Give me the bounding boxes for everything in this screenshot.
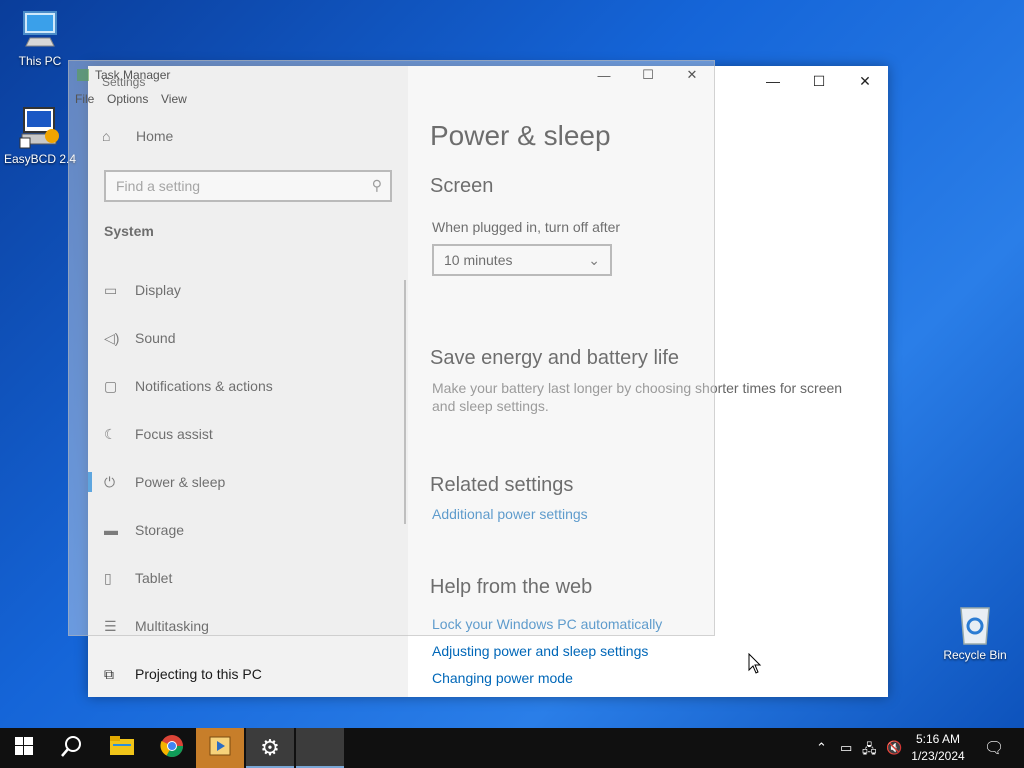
tm-minimize-button[interactable]: —	[582, 65, 626, 85]
chevron-up-icon[interactable]: ⌃	[816, 740, 827, 756]
network-icon[interactable]: 🖧	[862, 740, 877, 762]
task-manager-titlebar[interactable]: Task Manager — ☐ ✕	[69, 61, 714, 89]
task-manager-taskbar-button[interactable]	[296, 728, 344, 768]
mouse-cursor-icon	[748, 652, 762, 680]
settings-taskbar-button[interactable]: ⚙	[246, 728, 294, 768]
clock[interactable]: 5:16 AM 1/23/2024	[902, 731, 974, 765]
close-icon: ✕	[686, 67, 698, 82]
file-explorer-button[interactable]	[98, 728, 146, 768]
folder-icon	[110, 735, 134, 761]
tm-menu-options[interactable]: Options	[107, 92, 148, 106]
action-center-icon[interactable]: 🗨	[984, 738, 1004, 758]
easybcd-desktop-icon[interactable]: EasyBCD 2.4	[2, 106, 78, 166]
media-player-icon	[209, 736, 231, 761]
computer-icon	[18, 8, 62, 52]
projector-icon: ⧉	[104, 665, 114, 682]
gear-icon: ⚙	[260, 735, 280, 760]
maximize-icon: ☐	[642, 67, 654, 82]
task-manager-window[interactable]: Task Manager — ☐ ✕ File Options View	[68, 60, 715, 636]
start-button[interactable]	[0, 728, 48, 768]
recycle-bin-desktop-icon[interactable]: Recycle Bin	[937, 602, 1013, 662]
recycle-bin-icon	[953, 602, 997, 646]
tm-close-button[interactable]: ✕	[670, 65, 714, 85]
volume-muted-icon[interactable]: 🔇	[886, 740, 902, 756]
this-pc-desktop-icon[interactable]: This PC	[2, 8, 78, 68]
clock-date: 1/23/2024	[911, 749, 965, 763]
help-link-power-sleep[interactable]: Adjusting power and sleep settings	[432, 643, 648, 659]
chrome-icon	[160, 734, 184, 763]
tm-maximize-button[interactable]: ☐	[626, 65, 670, 85]
tm-menu-file[interactable]: File	[75, 92, 94, 106]
search-button[interactable]	[48, 728, 96, 768]
clock-time: 5:16 AM	[915, 732, 961, 746]
easybcd-icon	[18, 106, 62, 150]
task-manager-title: Task Manager	[95, 68, 171, 82]
tm-menu-view[interactable]: View	[161, 92, 187, 106]
search-icon	[61, 735, 83, 762]
taskbar: ⚙ ⌃ ▭ 🖧 🔇 5:16 AM 1/23/2024 🗨	[0, 728, 1024, 768]
task-manager-icon	[77, 69, 89, 81]
media-app-button[interactable]	[196, 728, 244, 768]
chrome-button[interactable]	[148, 728, 196, 768]
nav-item-label: Projecting to this PC	[135, 666, 262, 682]
desktop-icon-label: EasyBCD 2.4	[3, 152, 77, 166]
minimize-icon: —	[597, 67, 611, 83]
tablet-mode-icon[interactable]: ▭	[840, 740, 852, 756]
desktop-icon-label: Recycle Bin	[943, 648, 1007, 662]
windows-logo-icon	[15, 736, 33, 760]
desktop-icon-label: This PC	[18, 54, 62, 68]
help-link-power-mode[interactable]: Changing power mode	[432, 670, 573, 686]
nav-item-projecting[interactable]: ⧉ Projecting to this PC	[88, 650, 408, 697]
